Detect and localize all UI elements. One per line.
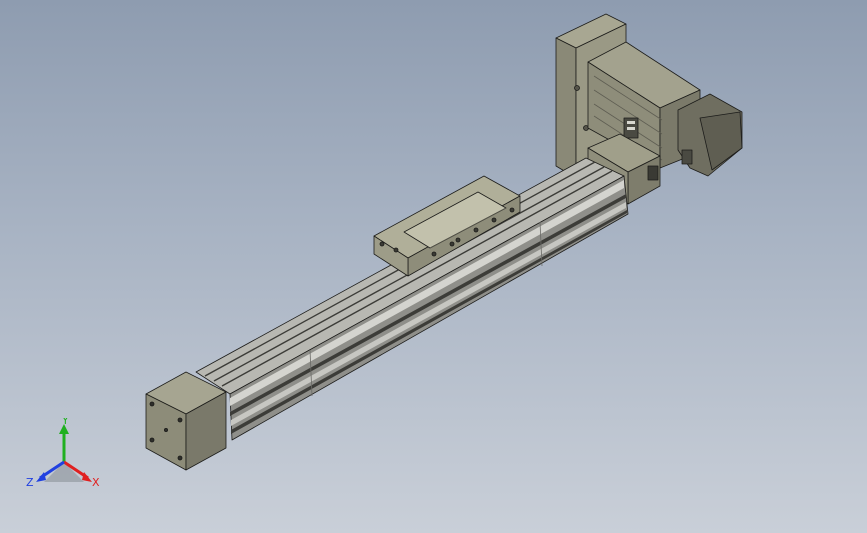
end-block[interactable] bbox=[145, 371, 227, 471]
y-axis-arrow-icon bbox=[59, 424, 69, 462]
cad-viewport[interactable]: Y X Z bbox=[0, 0, 867, 533]
z-axis-label: Z bbox=[26, 476, 34, 489]
linear-rail[interactable] bbox=[195, 157, 629, 441]
orientation-triad: Y X Z bbox=[26, 418, 100, 489]
linear-actuator-model[interactable] bbox=[0, 0, 867, 533]
x-axis-label: X bbox=[92, 476, 100, 489]
y-axis-label: Y bbox=[61, 418, 69, 427]
